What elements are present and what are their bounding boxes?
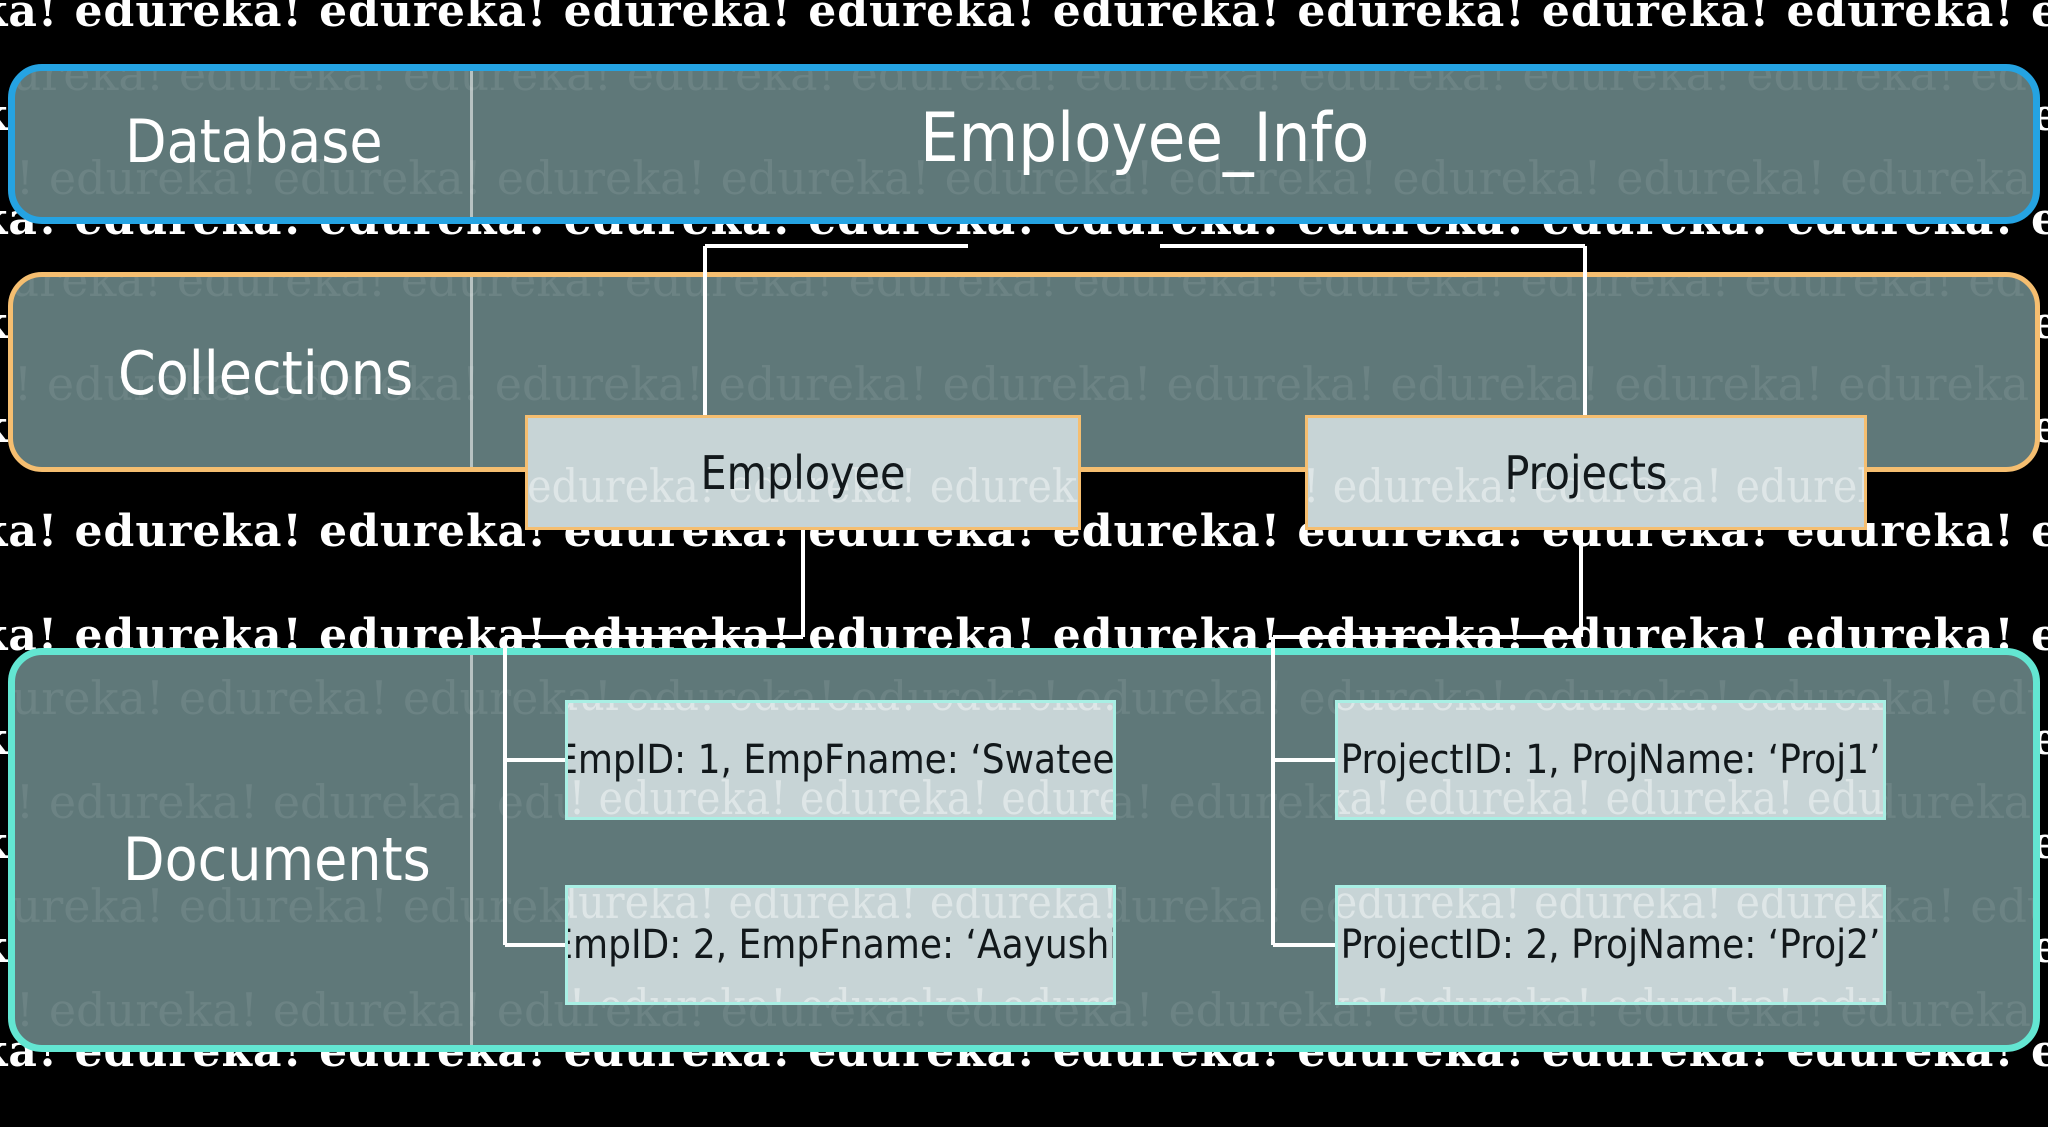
documents-panel-divider	[470, 655, 473, 1045]
document-node-projects-2[interactable]: edureka! edureka! edureka! edureka! edur…	[1335, 885, 1886, 1005]
document-node-projects-1[interactable]: edureka! edureka! edureka! edureka! edur…	[1335, 700, 1886, 820]
watermark-text-row: edureka! edureka! edureka! edureka! edur…	[15, 71, 2033, 101]
collection-label-employee: Employee	[700, 445, 906, 500]
document-label-employee-2: {EmpID: 2, EmpFname: ‘Aayushi’}	[568, 922, 1113, 968]
level-label-collections: Collections	[118, 339, 414, 409]
watermark-text-row: edureka! edureka! edureka! edureka! edur…	[568, 888, 1113, 929]
collections-panel-divider	[470, 277, 473, 467]
collection-node-employee[interactable]: edureka! edureka! edureka! edureka! edur…	[525, 415, 1081, 530]
collection-node-projects[interactable]: edureka! edureka! edureka! edureka! edur…	[1305, 415, 1867, 530]
watermark-text-row: edureka! edureka! edureka! edureka! edur…	[568, 983, 1113, 1002]
watermark-text-row: edureka! edureka! edureka! edureka! edur…	[1338, 703, 1883, 717]
document-node-employee-1[interactable]: edureka! edureka! edureka! edureka! edur…	[565, 700, 1116, 820]
watermark-text-row: edureka! edureka! edureka! edureka! edur…	[13, 277, 2035, 307]
document-label-projects-2: {ProjectID: 2, ProjName: ‘Proj2’}	[1335, 922, 1886, 968]
watermark-text-row: edureka! edureka! edureka! edureka! edur…	[0, 0, 2048, 37]
watermark-text-row: edureka! edureka! edureka! edureka! edur…	[568, 703, 1113, 717]
database-panel-divider	[470, 71, 473, 217]
watermark-text-row: edureka! edureka! edureka! edureka! edur…	[1338, 888, 1883, 929]
collection-label-projects: Projects	[1504, 445, 1668, 500]
document-node-employee-2[interactable]: edureka! edureka! edureka! edureka! edur…	[565, 885, 1116, 1005]
document-label-employee-1: {EmpID: 1, EmpFname: ‘Swatee’}	[568, 737, 1115, 783]
watermark-text-row: edureka! edureka! edureka! edureka! edur…	[1338, 983, 1883, 1002]
database-level-panel: edureka! edureka! edureka! edureka! edur…	[8, 64, 2040, 224]
database-name: Employee_Info	[920, 99, 1370, 178]
document-label-projects-1: {ProjectID: 1, ProjName: ‘Proj1’}	[1335, 737, 1886, 783]
level-label-database: Database	[125, 107, 383, 177]
level-label-documents: Documents	[123, 825, 431, 895]
